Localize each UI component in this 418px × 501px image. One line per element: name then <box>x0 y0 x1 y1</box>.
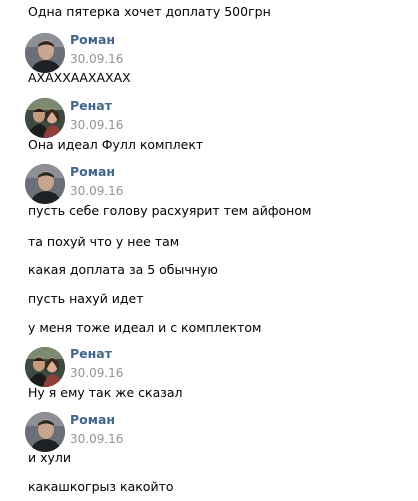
author-name-link[interactable]: Ренат <box>70 346 112 362</box>
message-text: и хули <box>28 450 72 465</box>
message-date[interactable]: 30.09.16 <box>70 365 123 381</box>
author-name-link[interactable]: Ренат <box>70 98 112 114</box>
avatar-photo-icon <box>25 164 65 204</box>
message-text: Она идеал Фулл комплект <box>28 137 204 152</box>
message-text: пусть нахуй идет <box>28 291 144 306</box>
avatar-photo-icon <box>25 98 65 138</box>
avatar-photo-icon <box>25 347 65 387</box>
message-text: пусть себе голову расхуярит тем айфоном <box>28 203 312 218</box>
avatar-photo-icon <box>25 412 65 452</box>
chat-history: Одна пятерка хочет доплату 500грн Роман … <box>0 0 418 501</box>
author-name-link[interactable]: Роман <box>70 164 115 180</box>
avatar-renat[interactable] <box>25 347 65 387</box>
message-date[interactable]: 30.09.16 <box>70 183 123 199</box>
avatar-roman[interactable] <box>25 164 65 204</box>
avatar-roman[interactable] <box>25 33 65 73</box>
author-name-link[interactable]: Роман <box>70 412 115 428</box>
message-date[interactable]: 30.09.16 <box>70 51 123 67</box>
message-date[interactable]: 30.09.16 <box>70 431 123 447</box>
message-text: АХАХХААХАХАХ <box>28 70 131 85</box>
message-text: у меня тоже идеал и с комплектом <box>28 320 262 335</box>
message-text: какая доплата за 5 обычную <box>28 262 218 277</box>
message-text: какашкогрыз какойто <box>28 479 174 494</box>
message-text: Одна пятерка хочет доплату 500грн <box>28 4 271 19</box>
message-text: Ну я ему так же сказал <box>28 385 183 400</box>
message-text: та похуй что у нее там <box>28 234 180 249</box>
avatar-renat[interactable] <box>25 98 65 138</box>
message-date[interactable]: 30.09.16 <box>70 117 123 133</box>
avatar-roman[interactable] <box>25 412 65 452</box>
author-name-link[interactable]: Роман <box>70 32 115 48</box>
avatar-photo-icon <box>25 33 65 73</box>
